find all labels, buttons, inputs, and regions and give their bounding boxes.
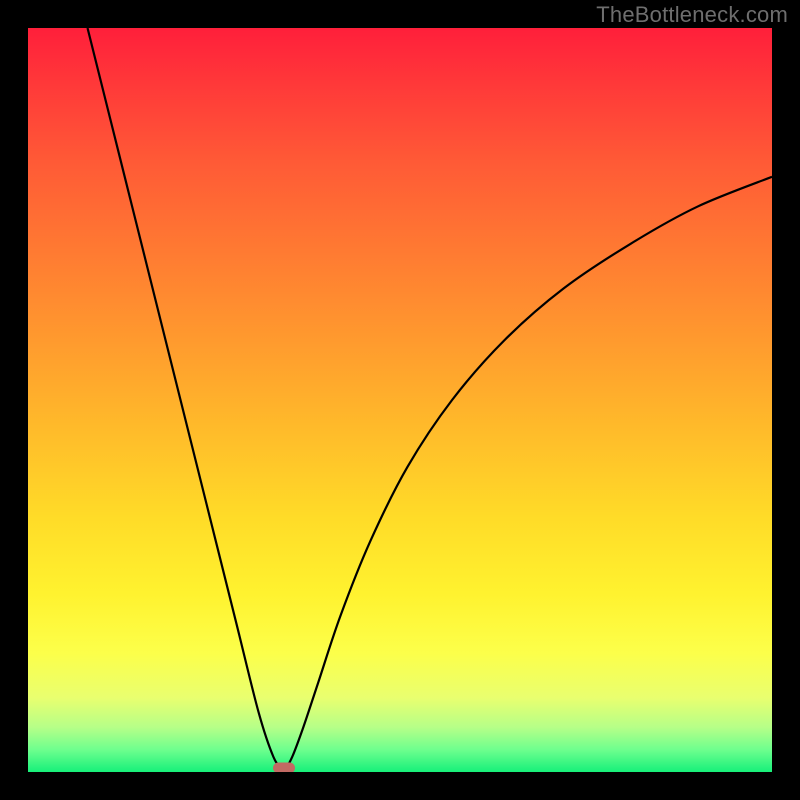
watermark-text: TheBottleneck.com (596, 2, 788, 28)
bottleneck-curve (28, 28, 772, 772)
chart-container: TheBottleneck.com (0, 0, 800, 800)
plot-area (28, 28, 772, 772)
bottleneck-marker (273, 763, 295, 772)
curve-right-branch (284, 177, 772, 772)
curve-left-branch (88, 28, 284, 772)
